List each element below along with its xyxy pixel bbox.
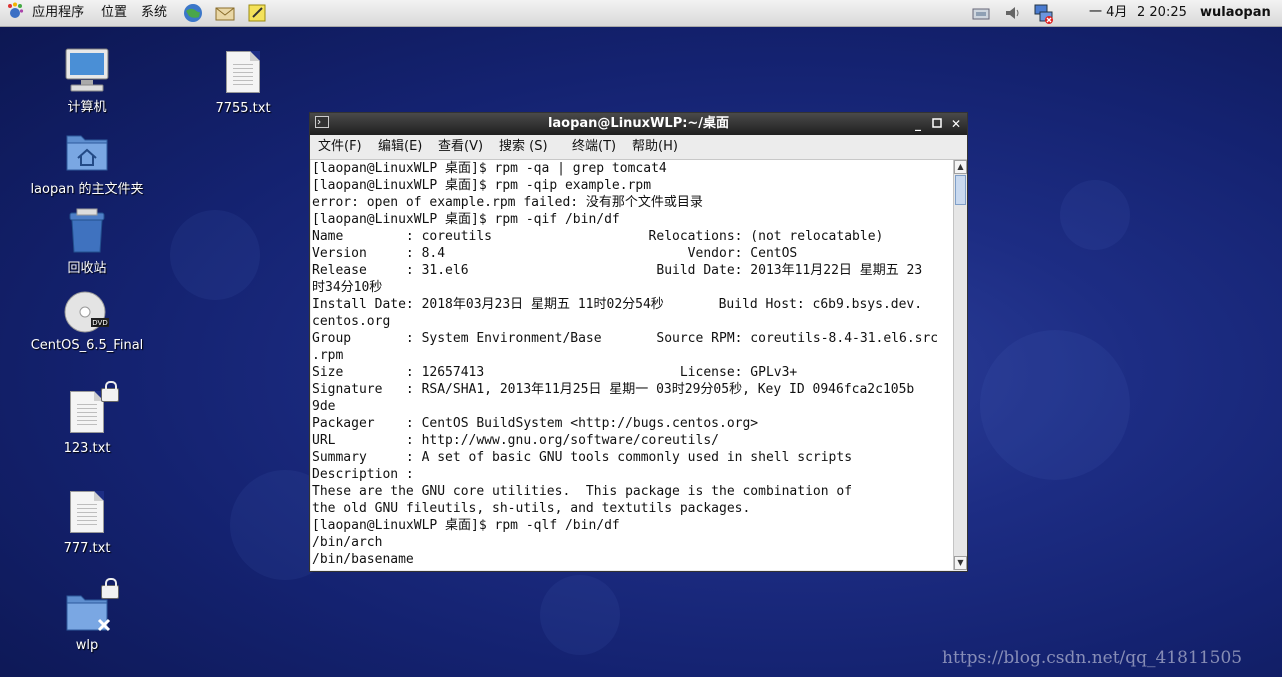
gnome-foot-icon — [6, 2, 24, 20]
wallpaper-bubble — [540, 575, 620, 655]
terminal-line: Summary : A set of basic GNU tools commo… — [312, 450, 853, 465]
desktop-icon-home-folder[interactable]: laopan 的主文件夹 — [27, 128, 147, 197]
watermark: https://blog.csdn.net/qq_41811505 — [942, 648, 1243, 668]
trash-icon — [63, 207, 111, 255]
terminal-line: Description : — [312, 467, 414, 482]
network-offline-icon[interactable] — [1033, 3, 1053, 24]
terminal-line: the old GNU fileutils, sh-utils, and tex… — [312, 501, 751, 516]
terminal-line: error: open of example.rpm failed: 没有那个文… — [312, 195, 703, 210]
wallpaper-bubble — [170, 210, 260, 300]
menu-terminal[interactable]: 终端(T) — [572, 135, 616, 159]
folder-icon — [63, 578, 119, 636]
terminal-line: .rpm — [312, 348, 344, 363]
terminal-line: /bin/arch — [312, 535, 383, 550]
applications-label: 应用程序 — [32, 5, 85, 20]
terminal-output[interactable]: [laopan@LinuxWLP 桌面]$ rpm -qa | grep tom… — [311, 160, 953, 570]
places-menu[interactable]: 位置 — [101, 0, 127, 26]
date-label[interactable]: 一 4月 — [1089, 0, 1127, 26]
close-icon[interactable]: ✕ — [948, 116, 964, 132]
svg-text:DVD: DVD — [92, 319, 107, 327]
terminal-line: 时34分10秒 — [312, 280, 383, 295]
terminal-icon[interactable] — [314, 116, 330, 132]
menu-bar: 文件(F) 编辑(E) 查看(V) 搜索 (S) 终端(T) 帮助(H) — [310, 135, 967, 160]
desktop-icon-dvd[interactable]: DVD CentOS_6.5_Final — [27, 288, 147, 353]
desktop-icon-trash[interactable]: 回收站 — [27, 207, 147, 276]
desktop-icon-7755-txt[interactable]: 7755.txt — [183, 48, 303, 116]
terminal-line: centos.org — [312, 314, 391, 329]
menu-view[interactable]: 查看(V) — [438, 135, 483, 159]
menu-search[interactable]: 搜索 (S) — [499, 135, 548, 159]
terminal-line: Release : 31.el6 Build Date: 2013年11月22日… — [312, 263, 923, 278]
lock-icon — [101, 578, 119, 599]
maximize-icon[interactable] — [929, 116, 945, 132]
desktop-icon-label: 7755.txt — [215, 101, 271, 116]
terminal-line: [laopan@LinuxWLP 桌面]$ rpm -qif /bin/df — [312, 212, 620, 227]
scrollbar[interactable]: ▲ ▼ — [953, 160, 967, 570]
terminal-line: Install Date: 2018年03月23日 星期五 11时02分54秒 … — [312, 297, 923, 312]
clock-label[interactable]: 2 20:25 — [1137, 0, 1187, 26]
desktop-icon-wlp-folder[interactable]: wlp — [27, 578, 147, 653]
desktop-icon-computer[interactable]: 计算机 — [27, 46, 147, 115]
terminal-line: Size : 12657413 License: GPLv3+ — [312, 365, 798, 380]
menu-help[interactable]: 帮助(H) — [632, 135, 678, 159]
desktop-icon-label: 123.txt — [63, 441, 111, 456]
notes-icon[interactable] — [247, 3, 267, 23]
terminal-line: Name : coreutils Relocations: (not reloc… — [312, 229, 884, 244]
text-file-icon — [63, 491, 111, 539]
desktop-icon-label: 777.txt — [63, 541, 111, 556]
home-folder-icon — [63, 128, 111, 176]
terminal-line: Group : System Environment/Base Source R… — [312, 331, 939, 346]
terminal-line: /bin/basename — [312, 552, 414, 567]
top-panel: 应用程序 位置 系统 一 4月 2 20:25 wulaopan — [0, 0, 1282, 27]
dvd-icon: DVD — [63, 288, 111, 336]
text-file-icon — [63, 381, 119, 439]
desktop-icon-label: 回收站 — [67, 261, 107, 276]
terminal-line: URL : http://www.gnu.org/software/coreut… — [312, 433, 719, 448]
terminal-line: [laopan@LinuxWLP 桌面]$ rpm -qa | grep tom… — [312, 161, 667, 176]
mail-icon[interactable] — [214, 3, 235, 23]
desktop-icon-label: CentOS_6.5_Final — [30, 338, 144, 353]
minimize-icon[interactable]: _ — [910, 116, 926, 132]
menu-file[interactable]: 文件(F) — [318, 135, 362, 159]
window-title: laopan@LinuxWLP:~/桌面 — [547, 116, 730, 131]
desktop-icon-777-txt[interactable]: 777.txt — [27, 488, 147, 556]
network-manager-icon[interactable] — [970, 3, 990, 23]
text-file-icon — [219, 51, 267, 99]
desktop-icon-123-txt[interactable]: 123.txt — [27, 381, 147, 456]
scroll-up-icon[interactable]: ▲ — [954, 160, 967, 174]
menu-edit[interactable]: 编辑(E) — [378, 135, 422, 159]
scrollbar-thumb[interactable] — [955, 175, 966, 205]
desktop-icon-label: laopan 的主文件夹 — [30, 182, 144, 197]
terminal-line: Signature : RSA/SHA1, 2013年11月25日 星期一 03… — [312, 382, 915, 397]
computer-icon — [63, 46, 111, 94]
terminal-line: Version : 8.4 Vendor: CentOS — [312, 246, 798, 261]
system-menu[interactable]: 系统 — [141, 0, 167, 26]
user-menu[interactable]: wulaopan — [1200, 0, 1271, 26]
volume-icon[interactable] — [1003, 3, 1023, 23]
terminal-line: Packager : CentOS BuildSystem <http://bu… — [312, 416, 759, 431]
scroll-down-icon[interactable]: ▼ — [954, 556, 967, 570]
terminal-line: [laopan@LinuxWLP 桌面]$ rpm -qlf /bin/df — [312, 518, 620, 533]
terminal-line: [laopan@LinuxWLP 桌面]$ rpm -qip example.r… — [312, 178, 652, 193]
wallpaper-bubble — [1060, 180, 1130, 250]
desktop-icon-label: 计算机 — [67, 100, 107, 115]
window-titlebar[interactable]: laopan@LinuxWLP:~/桌面 _ ✕ — [310, 113, 967, 135]
desktop-icon-label: wlp — [75, 638, 99, 653]
terminal-window[interactable]: laopan@LinuxWLP:~/桌面 _ ✕ 文件(F) 编辑(E) 查看(… — [309, 112, 968, 572]
terminal-line: These are the GNU core utilities. This p… — [312, 484, 853, 499]
browser-icon[interactable] — [183, 3, 203, 23]
terminal-line: 9de — [312, 399, 336, 414]
wallpaper-bubble — [980, 330, 1130, 480]
applications-menu[interactable]: 应用程序 — [6, 0, 84, 26]
lock-icon — [101, 381, 119, 402]
